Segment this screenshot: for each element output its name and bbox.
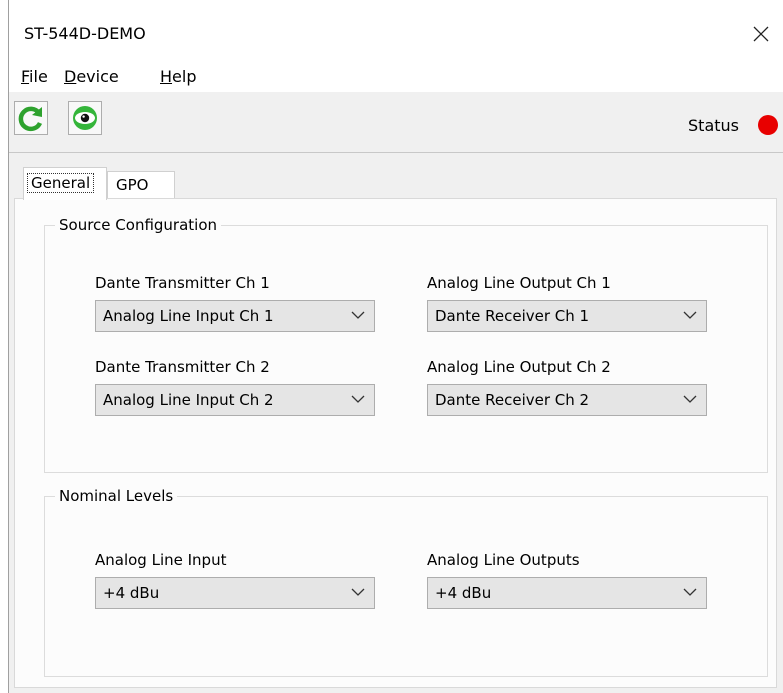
general-tab-panel: Source Configuration Dante Transmitter C… [14,198,777,688]
title-bar: ST-544D-DEMO [9,0,783,62]
analog-out-ch2-select[interactable]: Dante Receiver Ch 2 [427,384,707,416]
close-button[interactable] [738,16,783,52]
analog-outputs-level-select[interactable]: +4 dBu [427,577,707,609]
analog-out-ch1-value: Dante Receiver Ch 1 [435,307,590,325]
eye-icon [73,106,97,130]
analog-outputs-level-label: Analog Line Outputs [427,551,580,569]
analog-out-ch2-value: Dante Receiver Ch 2 [435,391,590,409]
analog-input-level-select[interactable]: +4 dBu [95,577,375,609]
menu-file[interactable]: File [21,67,48,86]
dante-tx-ch1-value: Analog Line Input Ch 1 [103,307,274,325]
source-configuration-group: Source Configuration Dante Transmitter C… [44,216,768,473]
refresh-button[interactable] [14,101,48,135]
status-label: Status [688,116,739,135]
menu-device[interactable]: Device [64,67,119,86]
dante-tx-ch2-label: Dante Transmitter Ch 2 [95,358,270,376]
chevron-down-icon [683,588,697,596]
chevron-down-icon [351,395,365,403]
toolbar: Status [9,92,783,153]
chevron-down-icon [351,311,365,319]
analog-out-ch2-label: Analog Line Output Ch 2 [427,358,611,376]
chevron-down-icon [351,588,365,596]
tab-general[interactable]: General [23,167,107,200]
window-title: ST-544D-DEMO [24,24,146,43]
chevron-down-icon [683,395,697,403]
refresh-icon [18,106,43,132]
analog-input-level-label: Analog Line Input [95,551,227,569]
source-configuration-title: Source Configuration [59,216,218,234]
analog-outputs-level-value: +4 dBu [435,584,492,602]
main-content: General GPO Source Configuration Dante T… [9,153,783,693]
nominal-levels-group: Nominal Levels Analog Line Input +4 dBu … [44,487,768,677]
view-button[interactable] [68,101,102,135]
dante-tx-ch2-select[interactable]: Analog Line Input Ch 2 [95,384,375,416]
analog-out-ch1-select[interactable]: Dante Receiver Ch 1 [427,300,707,332]
nominal-levels-title: Nominal Levels [59,487,174,505]
tab-gpo[interactable]: GPO [107,171,175,199]
chevron-down-icon [683,311,697,319]
dante-tx-ch1-select[interactable]: Analog Line Input Ch 1 [95,300,375,332]
analog-input-level-value: +4 dBu [103,584,160,602]
analog-out-ch1-label: Analog Line Output Ch 1 [427,274,611,292]
app-window: ST-544D-DEMO File Device Help Status Gen… [8,0,783,693]
menu-help[interactable]: Help [160,67,196,86]
dante-tx-ch1-label: Dante Transmitter Ch 1 [95,274,270,292]
menu-bar: File Device Help [9,62,783,92]
close-icon [753,26,769,42]
dante-tx-ch2-value: Analog Line Input Ch 2 [103,391,274,409]
status-indicator [758,115,778,135]
